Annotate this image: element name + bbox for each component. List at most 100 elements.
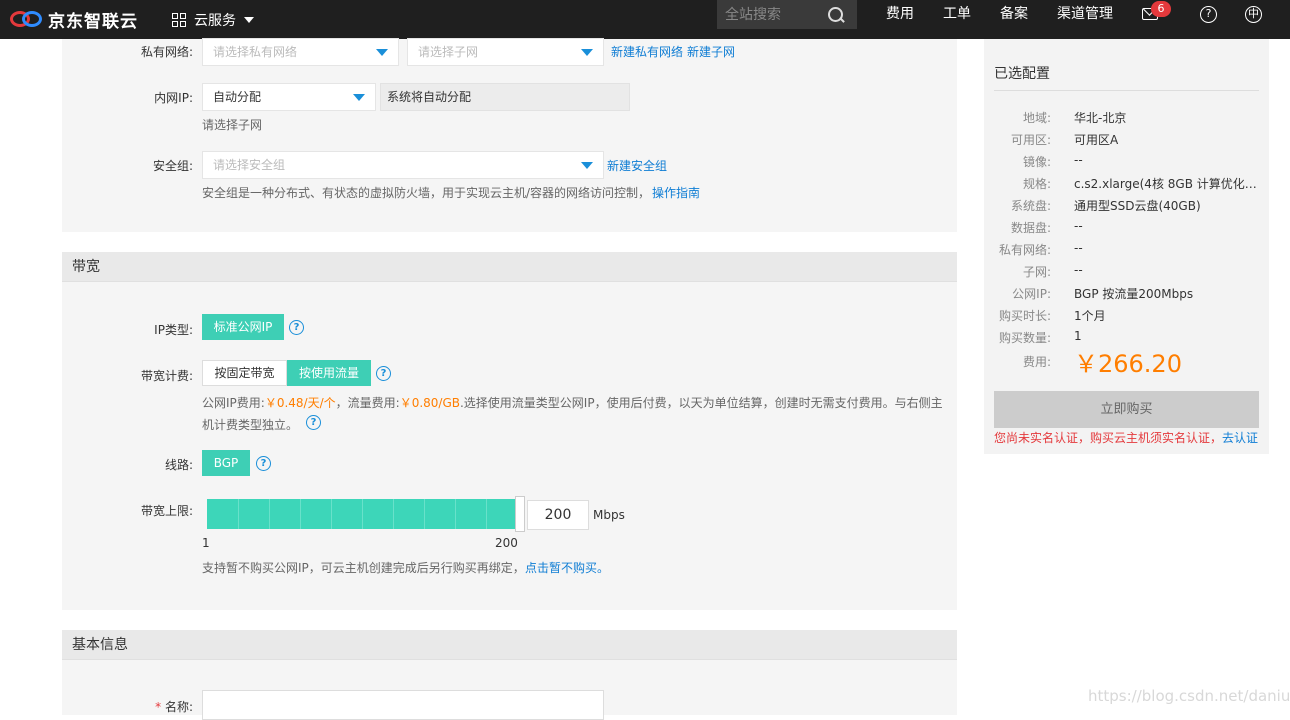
slider-min-label: 1 [202, 536, 210, 550]
search-input[interactable] [717, 0, 821, 29]
security-group-hint: 安全组是一种分布式、有状态的虚拟防火墙，用于实现云主机/容器的网络访问控制， [202, 186, 651, 200]
bandwidth-unit: Mbps [593, 508, 625, 522]
buy-now-button[interactable]: 立即购买 [994, 391, 1259, 428]
bgp-line-option[interactable]: BGP [202, 450, 250, 476]
fee-mid: ，流量费用: [335, 396, 400, 410]
dropdown-arrow-icon [581, 162, 593, 169]
slider-handle[interactable] [515, 496, 525, 532]
new-vpc-link[interactable]: 新建私有网络 [611, 43, 683, 60]
search-icon[interactable] [827, 6, 845, 24]
summary-key: 可用区: [1010, 133, 1051, 147]
mail-count-badge: 6 [1151, 1, 1171, 17]
help-icon[interactable]: ? [1200, 6, 1217, 23]
traffic-billing-option[interactable]: 按使用流量 [287, 360, 371, 386]
grid-icon [172, 12, 186, 27]
required-star: * [155, 700, 162, 714]
skip-public-ip-hint: 支持暂不购买公网IP，可云主机创建完成后另行购买再绑定， [202, 561, 525, 575]
summary-value: 1个月 [1074, 309, 1106, 323]
selected-config-panel: 已选配置 地域: 华北-北京 可用区: 可用区A 镜像: -- 规格: c.s2.xlarge… [984, 39, 1269, 454]
auto-assign-field: 系统将自动分配 [380, 83, 630, 111]
summary-key: 购买数量: [998, 331, 1051, 345]
top-navigation-bar: 京东智联云 云服务 费用 工单 备案 渠道管理 6 ? 中 [0, 0, 1290, 39]
instance-name-input[interactable] [202, 690, 604, 720]
brand-logo[interactable]: 京东智联云 [10, 7, 138, 32]
private-ip-select[interactable]: 自动分配 [202, 83, 376, 111]
slider-tick [424, 499, 425, 529]
real-name-warning: 您尚未实名认证，购买云主机须实名认证，去认证 [994, 429, 1258, 446]
caret-down-icon [244, 16, 254, 23]
summary-row: 可用区: 可用区A [984, 131, 1269, 153]
new-security-group-link[interactable]: 新建安全组 [607, 157, 667, 174]
bandwidth-limit-input[interactable]: 200 [527, 500, 589, 530]
summary-key: 规格: [1022, 177, 1051, 191]
security-group-select[interactable]: 请选择安全组 [202, 151, 604, 179]
slider-max-label: 200 [495, 536, 518, 550]
bandwidth-limit-label: 带宽上限: [140, 504, 193, 518]
private-ip-label: 内网IP: [154, 91, 193, 105]
help-icon[interactable]: ? [289, 320, 304, 335]
summary-key: 地域: [1022, 111, 1051, 125]
help-icon[interactable]: ? [256, 456, 271, 471]
bandwidth-slider[interactable] [207, 496, 525, 532]
network-config-panel [62, 39, 957, 232]
traffic-fee-description: 公网IP费用:￥0.48/天/个，流量费用:￥0.80/GB.选择使用流量类型公… [202, 393, 947, 413]
private-ip-hint: 请选择子网 [202, 118, 263, 132]
slider-tick [331, 499, 332, 529]
summary-key: 费用: [1022, 355, 1051, 369]
summary-title: 已选配置 [994, 66, 1050, 82]
nav-channel-management[interactable]: 渠道管理 [1057, 0, 1113, 29]
operation-guide-link[interactable]: 操作指南 [652, 184, 700, 201]
vpc-label: 私有网络: [140, 45, 193, 59]
total-price: ￥266.20 [1074, 350, 1182, 378]
summary-key: 子网: [1022, 265, 1051, 279]
nav-icp-filing[interactable]: 备案 [1000, 0, 1028, 29]
vpc-select-placeholder: 请选择私有网络 [213, 45, 298, 59]
summary-value: 华北-北京 [1074, 111, 1127, 125]
cloud-services-menu[interactable]: 云服务 [172, 0, 254, 39]
ip-type-label: IP类型: [154, 323, 193, 337]
name-label-text: 名称: [164, 700, 193, 714]
brand-name: 京东智联云 [48, 11, 138, 32]
slider-tick [486, 499, 487, 529]
summary-value: -- [1074, 153, 1083, 167]
fee-desc: .选择使用流量类型公网IP，使用后付费，以天为单位结算，创建时无需支付费用。与右… [459, 396, 943, 410]
summary-row: 规格: c.s2.xlarge(4核 8GB 计算优化 ... [984, 175, 1269, 197]
summary-key: 公网IP: [1012, 287, 1051, 301]
nav-tickets[interactable]: 工单 [943, 0, 971, 29]
skip-purchase-link[interactable]: 点击暂不购买。 [525, 559, 609, 576]
dropdown-arrow-icon [581, 49, 593, 56]
new-subnet-link[interactable]: 新建子网 [687, 43, 735, 60]
help-icon[interactable]: ? [306, 415, 321, 430]
divider [994, 90, 1259, 91]
help-icon[interactable]: ? [376, 366, 391, 381]
logo-icon [10, 9, 44, 29]
standard-public-ip-option[interactable]: 标准公网IP [202, 314, 284, 340]
line-label: 线路: [164, 458, 193, 472]
subnet-select-placeholder: 请选择子网 [418, 45, 479, 59]
fixed-bandwidth-option[interactable]: 按固定带宽 [202, 360, 287, 386]
subnet-select[interactable]: 请选择子网 [407, 38, 604, 66]
summary-row: 地域: 华北-北京 [984, 109, 1269, 131]
dropdown-arrow-icon [353, 94, 365, 101]
go-verify-link[interactable]: 去认证 [1222, 431, 1258, 445]
nav-billing[interactable]: 费用 [886, 0, 914, 29]
summary-value: 1 [1074, 329, 1082, 343]
vpc-select[interactable]: 请选择私有网络 [202, 38, 399, 66]
summary-row: 数据盘: -- [984, 219, 1269, 241]
summary-key: 系统盘: [1010, 199, 1051, 213]
summary-row: 公网IP: BGP 按流量200Mbps [984, 285, 1269, 307]
summary-value: 通用型SSD云盘(40GB) [1074, 199, 1201, 213]
ip-price: ￥0.48/天/个 [264, 396, 336, 410]
name-label: * 名称: [58, 698, 193, 715]
language-icon[interactable]: 中 [1245, 6, 1262, 23]
summary-row: 私有网络: -- [984, 241, 1269, 263]
basic-info-section-title: 基本信息 [62, 630, 957, 660]
summary-row: 系统盘: 通用型SSD云盘(40GB) [984, 197, 1269, 219]
summary-value: 可用区A [1074, 133, 1119, 147]
summary-value: c.s2.xlarge(4核 8GB 计算优化 ... [1074, 177, 1259, 191]
fee-desc-line2: 机计费类型独立。 [202, 418, 299, 432]
watermark-text: https://blog.csdn.net/daniud [1088, 687, 1290, 705]
summary-row: 购买时长: 1个月 [984, 307, 1269, 329]
summary-value: -- [1074, 263, 1083, 277]
cloud-services-label: 云服务 [194, 12, 236, 29]
